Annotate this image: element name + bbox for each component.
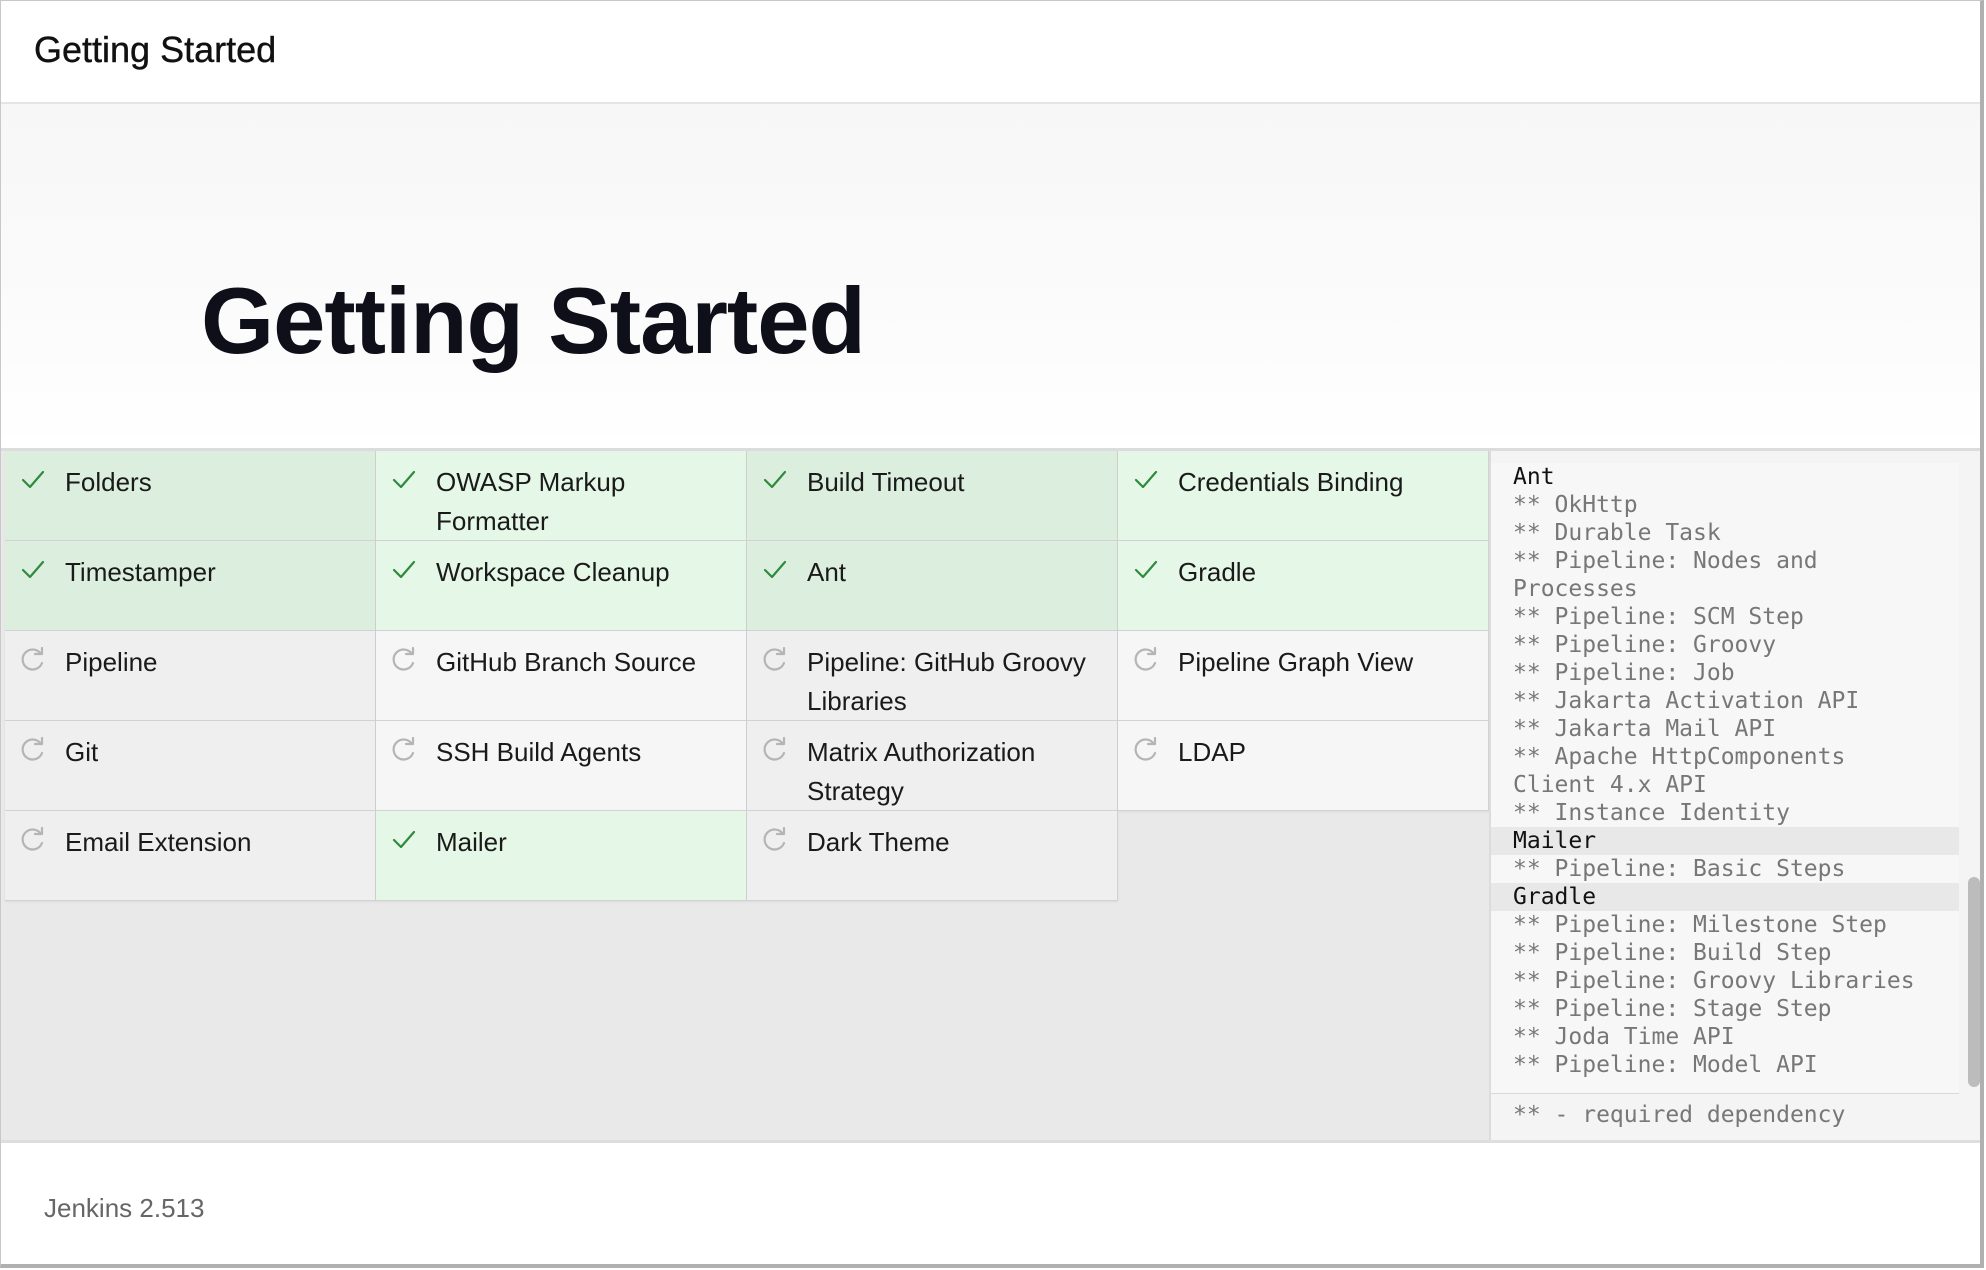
checkmark-icon	[761, 465, 789, 493]
plugin-item: Dark Theme	[747, 811, 1118, 901]
plugin-item: Folders	[5, 451, 376, 541]
plugin-name: OWASP Markup Formatter	[436, 467, 626, 536]
plugin-item: Timestamper	[5, 541, 376, 631]
plugin-name: Mailer	[436, 827, 507, 857]
jenkins-version: Jenkins 2.513	[44, 1193, 205, 1223]
plugin-item: GitHub Branch Source	[376, 631, 747, 721]
plugin-name: Gradle	[1178, 557, 1257, 587]
log-dependency-line: ** Pipeline: SCM Step	[1513, 604, 1804, 630]
plugin-name: Pipeline: GitHub Groovy Libraries	[807, 647, 1086, 716]
plugin-item: Git	[5, 721, 376, 811]
plugin-item: Gradle	[1118, 541, 1489, 631]
plugin-item: Pipeline: GitHub Groovy Libraries	[747, 631, 1118, 721]
spinner-icon	[390, 735, 418, 763]
dialog-header: Getting Started	[1, 1, 1980, 104]
dialog-footer: Jenkins 2.513	[1, 1140, 1980, 1264]
install-log-panel: Ant ** OkHttp ** Durable Task ** Pipeline: …	[1489, 451, 1980, 1140]
checkmark-icon	[390, 465, 418, 493]
log-dependency-line: ** Pipeline: Job	[1513, 660, 1735, 686]
log-scrollbar-thumb[interactable]	[1968, 877, 1980, 1087]
page-title: Getting Started	[201, 268, 866, 373]
plugin-name: Folders	[65, 467, 152, 497]
plugin-name: Pipeline	[65, 647, 158, 677]
plugin-name: Credentials Binding	[1178, 467, 1404, 497]
plugin-name: GitHub Branch Source	[436, 647, 697, 677]
plugin-name: Workspace Cleanup	[436, 557, 670, 587]
log-dependency-line: ** OkHttp	[1513, 492, 1638, 518]
install-log: Ant ** OkHttp ** Durable Task ** Pipeline: …	[1491, 463, 1959, 1094]
plugin-item: Mailer	[376, 811, 747, 901]
checkmark-icon	[390, 555, 418, 583]
plugin-item: Email Extension	[5, 811, 376, 901]
log-plugin-heading: Ant	[1513, 464, 1555, 490]
plugin-name: Timestamper	[65, 557, 216, 587]
spinner-icon	[761, 645, 789, 673]
spinner-icon	[1132, 735, 1160, 763]
plugin-name: Git	[65, 737, 99, 767]
plugin-name: Pipeline Graph View	[1178, 647, 1414, 677]
log-dependency-line: ** Jakarta Mail API	[1513, 716, 1777, 742]
checkmark-icon	[1132, 555, 1160, 583]
plugin-item: OWASP Markup Formatter	[376, 451, 747, 541]
checkmark-icon	[761, 555, 789, 583]
plugin-item: Workspace Cleanup	[376, 541, 747, 631]
log-dependency-line: ** Durable Task	[1513, 520, 1721, 546]
plugin-name: Dark Theme	[807, 827, 950, 857]
plugin-item: Pipeline	[5, 631, 376, 721]
log-dependency-line: ** Joda Time API	[1513, 1024, 1735, 1050]
log-dependency-line: ** Apache HttpComponents Client 4.x API	[1513, 744, 1846, 798]
plugin-name: SSH Build Agents	[436, 737, 642, 767]
checkmark-icon	[390, 825, 418, 853]
spinner-icon	[19, 645, 47, 673]
log-dependency-line: ** Instance Identity	[1513, 800, 1790, 826]
log-dependency-line: ** Pipeline: Build Step	[1513, 940, 1832, 966]
plugin-item: SSH Build Agents	[376, 721, 747, 811]
log-dependency-line: ** Jakarta Activation API	[1513, 688, 1860, 714]
log-dependency-line: ** Pipeline: Groovy	[1513, 632, 1777, 658]
log-dependency-line: ** Pipeline: Milestone Step	[1513, 912, 1887, 938]
dependency-legend: ** - required dependency	[1491, 1096, 1980, 1140]
plugin-item: Ant	[747, 541, 1118, 631]
plugin-name: Email Extension	[65, 827, 252, 857]
checkmark-icon	[1132, 465, 1160, 493]
spinner-icon	[761, 735, 789, 763]
plugin-name: LDAP	[1178, 737, 1246, 767]
plugin-item: Build Timeout	[747, 451, 1118, 541]
dialog-title: Getting Started	[34, 29, 277, 70]
log-plugin-heading: Gradle	[1491, 883, 1959, 911]
plugin-name: Matrix Authorization Strategy	[807, 737, 1036, 806]
plugin-item: Matrix Authorization Strategy	[747, 721, 1118, 811]
plugin-item: Credentials Binding	[1118, 451, 1489, 541]
spinner-icon	[1132, 645, 1160, 673]
plugin-name: Ant	[807, 557, 847, 587]
log-dependency-line: ** Pipeline: Basic Steps	[1513, 856, 1846, 882]
plugin-item: Pipeline Graph View	[1118, 631, 1489, 721]
plugin-install-area: Folders OWASP Markup Formatter Build Timeo…	[1, 451, 1980, 1140]
spinner-icon	[19, 825, 47, 853]
log-plugin-heading: Mailer	[1491, 827, 1959, 855]
setup-wizard-dialog: Getting Started Getting Started Folders O…	[0, 0, 1984, 1268]
log-dependency-line: ** Pipeline: Stage Step	[1513, 996, 1832, 1022]
spinner-icon	[19, 735, 47, 763]
checkmark-icon	[19, 555, 47, 583]
log-dependency-line: ** Pipeline: Model API	[1513, 1052, 1818, 1078]
hero-panel: Getting Started	[1, 104, 1980, 532]
plugin-grid: Folders OWASP Markup Formatter Build Timeo…	[5, 451, 1489, 901]
plugin-name: Build Timeout	[807, 467, 965, 497]
log-dependency-line: ** Pipeline: Groovy Libraries	[1513, 968, 1915, 994]
log-dependency-line: ** Pipeline: Nodes and Processes	[1513, 548, 1818, 602]
plugin-item: LDAP	[1118, 721, 1489, 811]
spinner-icon	[761, 825, 789, 853]
spinner-icon	[390, 645, 418, 673]
checkmark-icon	[19, 465, 47, 493]
